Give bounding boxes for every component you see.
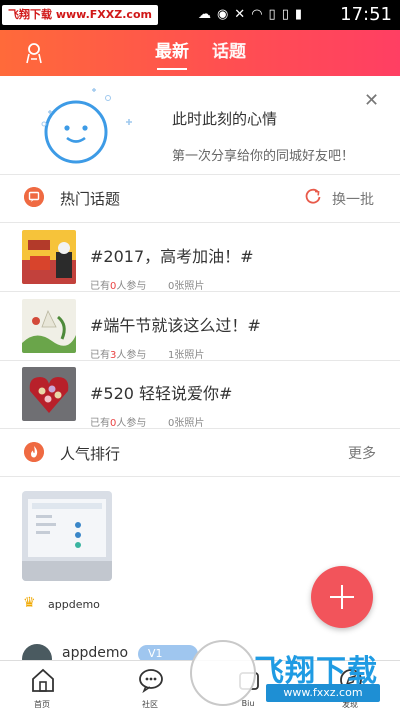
tab-topics[interactable]: 话题 xyxy=(212,42,246,62)
topic-thumbnail xyxy=(22,230,76,284)
more-button[interactable]: 更多 xyxy=(348,443,376,463)
mood-title: 此时此刻的心情 xyxy=(172,110,278,128)
topic-title: #2017，高考加油！# xyxy=(90,247,254,266)
battery-icon: ▮ xyxy=(294,7,302,22)
topic-photo-count: 0张照片 xyxy=(168,418,205,429)
nav-home-label: 首页 xyxy=(34,700,50,709)
topic-photo-count: 1张照片 xyxy=(168,350,205,361)
nav-community[interactable]: 社区 xyxy=(110,661,190,712)
mute-icon: ✕ xyxy=(234,7,246,22)
topic-participants: 已有0人参与 xyxy=(90,281,147,292)
cloud-icon: ☁ xyxy=(197,7,211,22)
sim2-icon: ▯ xyxy=(281,7,289,22)
watermark-url: www.fxxz.com xyxy=(266,684,380,702)
flame-icon xyxy=(24,442,44,462)
feed-username[interactable]: appdemo xyxy=(62,645,128,661)
nav-home[interactable]: 首页 xyxy=(2,661,82,712)
topic-thumbnail xyxy=(22,367,76,421)
hot-topics-icon xyxy=(24,187,44,207)
ranking-photo[interactable] xyxy=(22,491,112,581)
watermark-logo: 飞翔下载 www.fxxz.com xyxy=(190,640,395,710)
divider xyxy=(0,291,400,292)
divider xyxy=(0,360,400,361)
crown-icon: ♛ xyxy=(23,595,36,611)
nav-community-label: 社区 xyxy=(142,700,158,709)
mood-subtitle: 第一次分享给你的同城好友吧！ xyxy=(172,149,355,164)
hot-topics-title: 热门话题 xyxy=(60,190,121,208)
wifi-icon: ◠ xyxy=(251,7,263,22)
chat-icon xyxy=(139,669,163,693)
topic-participants: 已有3人参与 xyxy=(90,350,147,361)
top-header: 最新 话题 xyxy=(0,30,400,76)
active-tab-indicator xyxy=(157,68,187,70)
tab-latest[interactable]: 最新 xyxy=(155,42,189,62)
status-time: 17:51 xyxy=(340,4,392,25)
divider xyxy=(0,222,400,223)
status-bar: 飞翔下载 www.FXXZ.com ☁ ◉ ✕ ◠ ▯ ▯ ▮ 17:51 xyxy=(0,0,400,30)
divider xyxy=(0,174,400,175)
divider xyxy=(0,428,400,429)
topic-participants: 已有0人参与 xyxy=(90,418,147,429)
add-post-button[interactable] xyxy=(311,566,373,628)
watermark-banner: 飞翔下载 www.FXXZ.com xyxy=(2,5,158,25)
home-icon xyxy=(32,668,54,692)
refresh-icon[interactable] xyxy=(304,188,322,206)
eye-icon: ◉ xyxy=(216,7,229,22)
status-icons: ☁ ◉ ✕ ◠ ▯ ▯ ▮ xyxy=(198,6,302,24)
watermark-badge-icon xyxy=(190,640,256,706)
ranking-title: 人气排行 xyxy=(60,445,121,463)
smiley-face-icon xyxy=(41,88,132,164)
topic-title: #520 轻轻说爱你# xyxy=(90,384,233,403)
sim-icon: ▯ xyxy=(268,7,276,22)
topic-title: #端午节就该这么过！# xyxy=(90,316,261,335)
divider xyxy=(0,476,400,477)
topic-thumbnail xyxy=(22,299,76,353)
user-icon[interactable] xyxy=(22,41,46,65)
close-icon[interactable]: ✕ xyxy=(364,90,379,111)
ranking-username[interactable]: appdemo xyxy=(48,598,100,611)
topic-photo-count: 0张照片 xyxy=(168,281,205,292)
refresh-button[interactable]: 换一批 xyxy=(332,189,374,209)
